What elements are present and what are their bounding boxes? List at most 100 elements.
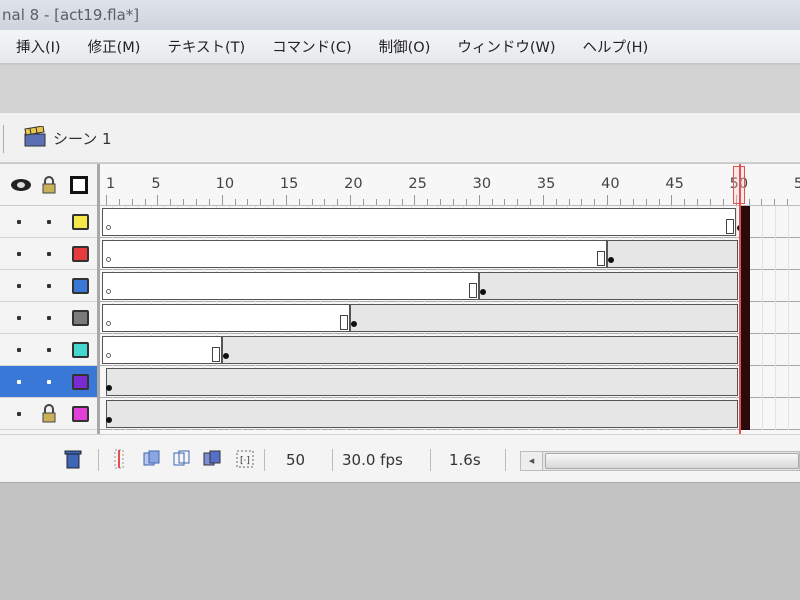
window-title: nal 8 - [act19.fla*] — [0, 0, 800, 30]
scene-bar: シーン 1 — [0, 113, 800, 163]
frame-track[interactable] — [100, 334, 800, 366]
ruler-tick — [285, 195, 287, 205]
static-frames-span[interactable] — [102, 208, 736, 236]
keyframe-marker[interactable] — [106, 353, 111, 358]
scrollbar-thumb[interactable] — [545, 453, 799, 469]
frame-ruler[interactable]: 151015202530354045505 — [100, 164, 800, 206]
menu-modify[interactable]: 修正(M) — [75, 36, 155, 57]
ruler-tick — [491, 199, 493, 205]
tween-span[interactable] — [221, 336, 738, 364]
menu-text[interactable]: テキスト(T) — [154, 36, 259, 57]
layer-row[interactable] — [0, 366, 97, 398]
layer-row[interactable] — [0, 270, 97, 302]
keyframe-marker[interactable] — [106, 417, 112, 423]
frame-end-marker[interactable] — [597, 251, 606, 266]
menu-commands[interactable]: コマンド(C) — [259, 36, 365, 57]
tween-span[interactable] — [478, 272, 738, 300]
frame-end-marker[interactable] — [725, 219, 734, 234]
frame-track[interactable] — [100, 206, 800, 238]
ruler-tick — [247, 199, 249, 205]
frame-track[interactable] — [100, 302, 800, 334]
ruler-tick — [144, 199, 146, 205]
frame-track[interactable] — [100, 270, 800, 302]
layer-color-swatch[interactable] — [72, 214, 89, 230]
layer-row[interactable] — [0, 238, 97, 270]
tween-span[interactable] — [607, 240, 738, 268]
scene-name[interactable]: シーン 1 — [53, 128, 112, 149]
layer-row[interactable] — [0, 302, 97, 334]
frame-end-marker[interactable] — [211, 347, 220, 362]
visibility-toggle[interactable] — [17, 412, 21, 416]
lock-icon[interactable] — [41, 176, 57, 194]
lock-toggle[interactable] — [47, 284, 51, 288]
ruler-tick — [221, 195, 223, 205]
static-frames-span[interactable] — [102, 272, 479, 300]
ruler-number: 5 — [793, 176, 800, 192]
visibility-toggle[interactable] — [17, 284, 21, 288]
outline-icon[interactable] — [70, 176, 88, 194]
menu-control[interactable]: 制御(O) — [366, 36, 445, 57]
onion-skin-icon[interactable] — [142, 449, 162, 469]
visibility-toggle[interactable] — [17, 220, 21, 224]
frame-end-marker[interactable] — [340, 315, 349, 330]
keyframe-marker[interactable] — [106, 321, 111, 326]
visibility-toggle[interactable] — [17, 380, 21, 384]
layer-row[interactable] — [0, 334, 97, 366]
scroll-left-icon[interactable]: ◂ — [521, 452, 543, 470]
keyframe-marker[interactable] — [106, 289, 111, 294]
onion-skin-outline-icon[interactable] — [172, 449, 192, 469]
static-frames-span[interactable] — [102, 240, 608, 268]
clapperboard-icon[interactable] — [23, 126, 47, 148]
frame-end-marker[interactable] — [468, 283, 477, 298]
tween-span[interactable] — [106, 400, 738, 428]
lock-toggle[interactable] — [47, 220, 51, 224]
lock-toggle[interactable] — [47, 380, 51, 384]
lock-toggle[interactable] — [47, 252, 51, 256]
modify-onion-markers-icon[interactable]: [·] — [234, 449, 256, 469]
lock-icon[interactable] — [41, 404, 57, 424]
trash-icon[interactable] — [64, 449, 82, 469]
frame-track[interactable] — [100, 238, 800, 270]
keyframe-marker[interactable] — [106, 257, 111, 262]
frame-rate-value[interactable]: 30.0 fps — [342, 448, 403, 472]
frame-track[interactable] — [100, 366, 800, 398]
ruler-tick — [195, 199, 197, 205]
menu-help[interactable]: ヘルプ(H) — [570, 36, 663, 57]
ruler-number: 15 — [279, 176, 299, 192]
static-frames-span[interactable] — [102, 304, 351, 332]
lock-toggle[interactable] — [47, 316, 51, 320]
menu-insert[interactable]: 挿入(I) — [0, 36, 75, 57]
frame-track[interactable] — [100, 398, 800, 430]
lock-toggle[interactable] — [47, 348, 51, 352]
eye-icon[interactable] — [10, 178, 32, 192]
ruler-tick — [440, 199, 442, 205]
tween-span[interactable] — [106, 368, 738, 396]
visibility-toggle[interactable] — [17, 348, 21, 352]
menu-window[interactable]: ウィンドウ(W) — [444, 36, 569, 57]
layer-row[interactable] — [0, 206, 97, 238]
ruler-tick — [620, 199, 621, 205]
keyframe-marker[interactable] — [106, 225, 111, 230]
ruler-tick — [337, 199, 339, 205]
tween-span[interactable] — [350, 304, 738, 332]
horizontal-scrollbar[interactable]: ◂ — [520, 451, 800, 471]
layer-color-swatch[interactable] — [72, 310, 89, 326]
visibility-toggle[interactable] — [17, 316, 21, 320]
static-frames-span[interactable] — [102, 336, 222, 364]
layer-color-swatch[interactable] — [72, 278, 89, 294]
visibility-toggle[interactable] — [17, 252, 21, 256]
layer-row[interactable] — [0, 398, 97, 430]
ruler-tick — [761, 199, 763, 205]
layer-color-swatch[interactable] — [72, 342, 89, 358]
layer-color-swatch[interactable] — [72, 406, 89, 422]
ruler-tick — [658, 199, 660, 205]
center-frame-icon[interactable] — [113, 449, 125, 469]
edit-multiple-frames-icon[interactable] — [202, 449, 222, 469]
layer-color-swatch[interactable] — [72, 246, 89, 262]
keyframe-marker[interactable] — [106, 385, 112, 391]
keyframe-marker[interactable] — [222, 353, 229, 359]
menu-bar: 挿入(I) 修正(M) テキスト(T) コマンド(C) 制御(O) ウィンドウ(… — [0, 30, 800, 64]
ruler-tick — [478, 195, 480, 205]
keyframe-marker[interactable] — [479, 289, 486, 295]
layer-color-swatch[interactable] — [72, 374, 89, 390]
